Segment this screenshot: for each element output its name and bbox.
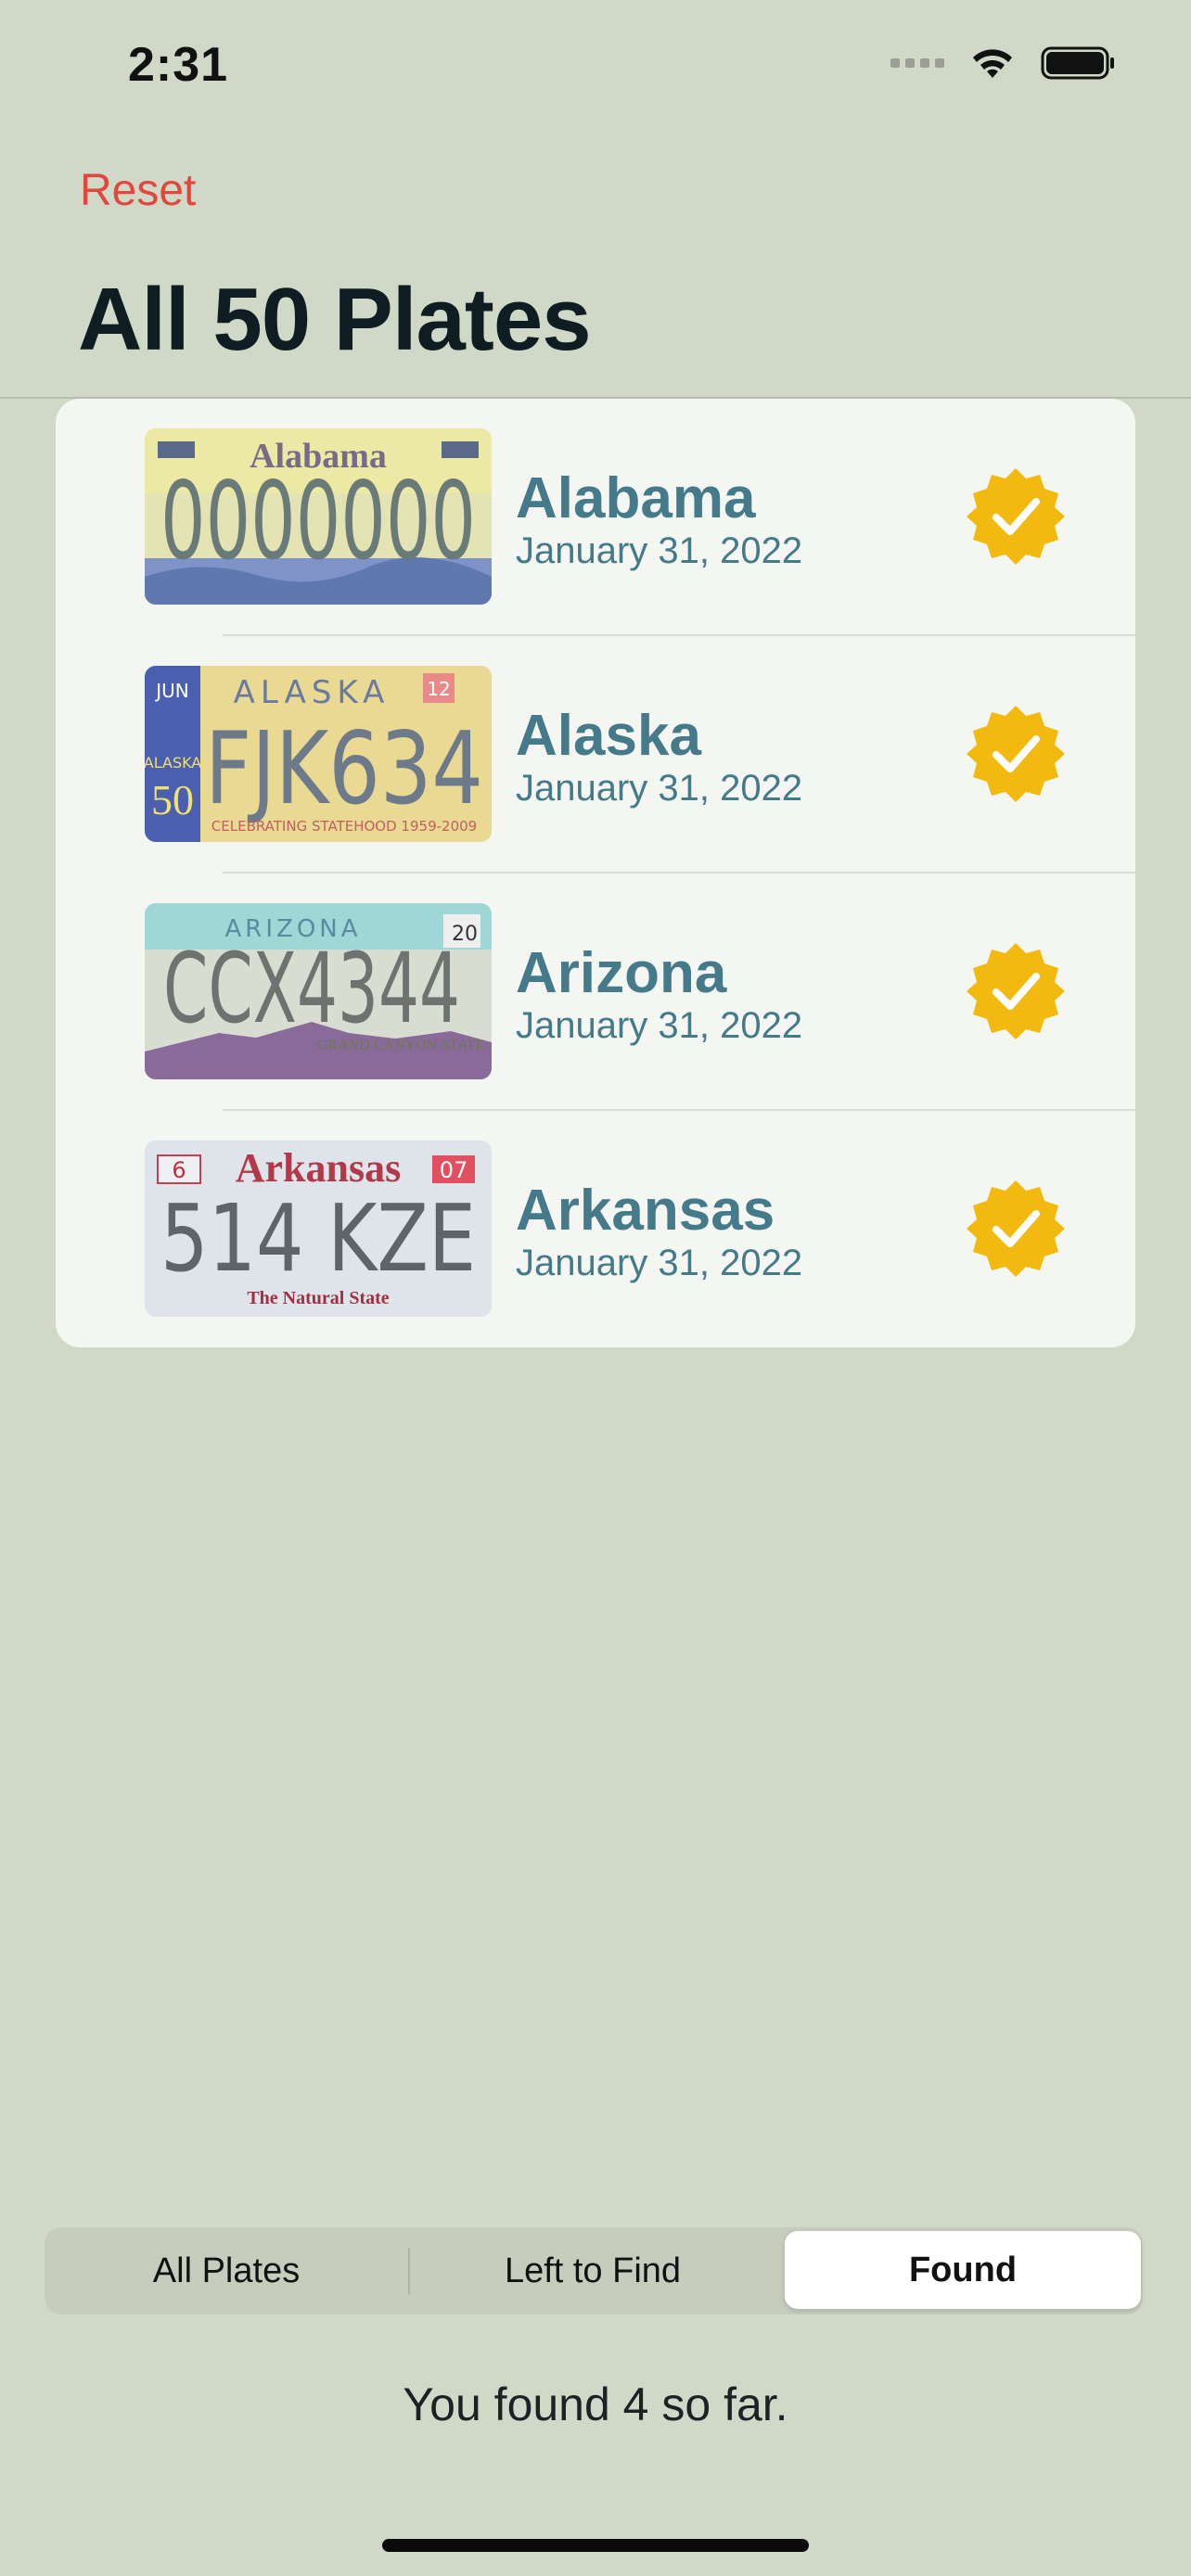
segment-left-to-find[interactable]: Left to Find xyxy=(410,2227,775,2315)
status-bar: 2:31 xyxy=(0,0,1191,139)
arizona-plate-image: 20 ARIZONA CCX4344 GRAND CANYON STATE xyxy=(145,903,492,1079)
list-item-alabama[interactable]: Alabama 0000000 Alabama January 31, 2022 xyxy=(56,399,1135,636)
state-name: Alabama xyxy=(516,466,756,530)
svg-text:514 KZE: 514 KZE xyxy=(160,1184,476,1293)
status-icons xyxy=(890,45,1117,82)
plates-list: Alabama 0000000 Alabama January 31, 2022… xyxy=(56,399,1135,1347)
filter-segmented-control: All Plates Left to Find Found xyxy=(45,2227,1143,2315)
svg-text:CCX4344: CCX4344 xyxy=(163,932,460,1045)
checkmark-seal-icon xyxy=(967,943,1065,1039)
svg-text:0000000: 0000000 xyxy=(160,459,476,584)
found-date: January 31, 2022 xyxy=(516,768,803,809)
checkmark-seal-icon xyxy=(967,706,1065,802)
state-name: Alaska xyxy=(516,704,701,768)
battery-icon xyxy=(1041,46,1114,80)
state-name: Arkansas xyxy=(516,1179,775,1243)
checkmark-seal-icon xyxy=(967,468,1065,565)
list-item-alaska[interactable]: JUN 12 ALASKA 50 ALASKA FJK634 CELEBRATI… xyxy=(56,636,1135,874)
arkansas-plate-image: 6 07 Arkansas 514 KZE The Natural State xyxy=(145,1141,492,1317)
svg-text:CELEBRATING STATEHOOD 1959-200: CELEBRATING STATEHOOD 1959-2009 xyxy=(211,818,477,835)
found-date: January 31, 2022 xyxy=(516,1243,803,1283)
svg-text:The Natural State: The Natural State xyxy=(247,1288,389,1308)
list-item-arizona[interactable]: 20 ARIZONA CCX4344 GRAND CANYON STATE Ar… xyxy=(56,874,1135,1111)
svg-text:GRAND CANYON STATE: GRAND CANYON STATE xyxy=(317,1038,484,1053)
svg-text:07: 07 xyxy=(440,1157,468,1183)
found-date: January 31, 2022 xyxy=(516,530,803,571)
svg-text:FJK634: FJK634 xyxy=(205,711,483,827)
segment-all-plates[interactable]: All Plates xyxy=(45,2227,408,2315)
svg-text:ALASKA: ALASKA xyxy=(234,674,391,711)
wifi-icon xyxy=(973,49,1012,78)
page-title: All 50 Plates xyxy=(78,270,592,369)
list-item-arkansas[interactable]: 6 07 Arkansas 514 KZE The Natural State … xyxy=(56,1111,1135,1347)
status-time: 2:31 xyxy=(128,38,229,92)
alaska-plate-image: JUN 12 ALASKA 50 ALASKA FJK634 CELEBRATI… xyxy=(145,666,492,842)
svg-text:6: 6 xyxy=(172,1157,186,1183)
alabama-plate-image: Alabama 0000000 xyxy=(145,428,492,605)
reset-button[interactable]: Reset xyxy=(80,165,196,216)
svg-text:12: 12 xyxy=(427,678,450,700)
state-name: Arizona xyxy=(516,941,727,1005)
svg-text:JUN: JUN xyxy=(154,680,189,702)
found-date: January 31, 2022 xyxy=(516,1005,803,1046)
svg-text:ALASKA: ALASKA xyxy=(145,754,201,772)
segment-found[interactable]: Found xyxy=(785,2231,1141,2309)
checkmark-seal-icon xyxy=(967,1180,1065,1277)
found-count-text: You found 4 so far. xyxy=(403,2378,788,2430)
cellular-signal-icon xyxy=(890,58,944,68)
home-indicator[interactable] xyxy=(382,2539,809,2552)
svg-text:50: 50 xyxy=(151,776,194,823)
